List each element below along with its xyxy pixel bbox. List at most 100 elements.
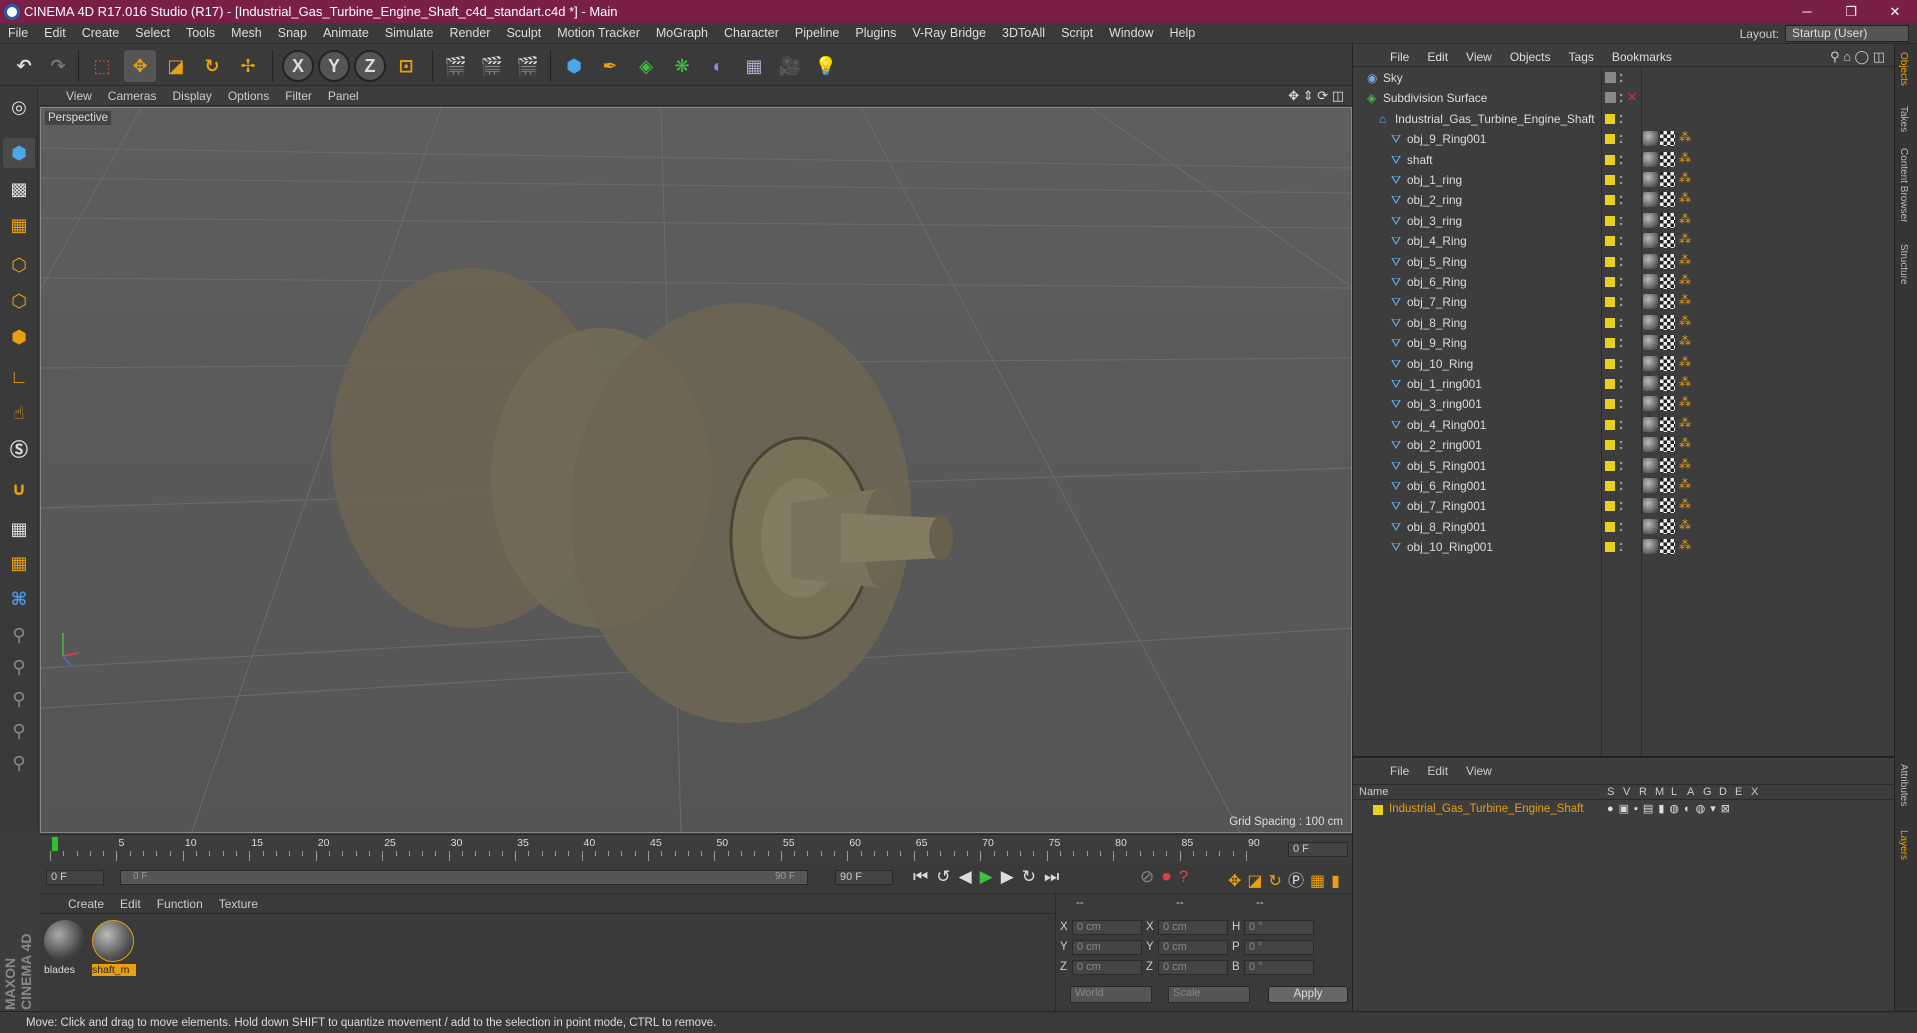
coord-mode-select[interactable]: Scale — [1168, 986, 1250, 1003]
rotate-tool-icon[interactable]: ↻ — [196, 50, 228, 82]
layer-color-tag[interactable] — [1605, 460, 1615, 471]
object-row[interactable]: ◉ Sky — [1353, 68, 1895, 88]
polygons-mode-icon[interactable]: ⬢ — [3, 322, 35, 352]
timeline-window-icon[interactable]: ▮ — [1331, 873, 1346, 890]
axis-mode-icon[interactable]: ∟ — [3, 362, 35, 392]
object-name[interactable]: obj_3_ring — [1407, 214, 1462, 228]
obj-menu-bookmarks[interactable]: Bookmarks — [1603, 50, 1681, 64]
coord-size-x-field[interactable]: 0 cm — [1158, 920, 1228, 935]
phong-tag-icon[interactable]: ⁂ — [1679, 212, 1691, 226]
goto-end-icon[interactable]: ⏭ — [1044, 867, 1067, 886]
phong-tag-icon[interactable]: ⁂ — [1679, 314, 1691, 328]
object-row[interactable]: ⛛ obj_2_ring001 ⁂ — [1353, 435, 1895, 455]
coord-rot-p-field[interactable]: 0 ° — [1244, 940, 1314, 955]
object-name[interactable]: obj_9_Ring001 — [1407, 132, 1486, 146]
disabled-icon[interactable]: ✕ — [1627, 90, 1637, 104]
layer-menu-edit[interactable]: Edit — [1418, 764, 1457, 778]
deformer-icon[interactable]: ◐ — [702, 50, 734, 82]
coord-rot-h-field[interactable]: 0 ° — [1244, 920, 1314, 935]
tweak-mode-icon[interactable]: ☝ — [3, 398, 35, 428]
layer-menu-view[interactable]: View — [1457, 764, 1501, 778]
visibility-dots[interactable] — [1619, 214, 1623, 227]
layer-color-tag[interactable] — [1605, 521, 1615, 532]
camera-icon[interactable]: 🎥 — [774, 50, 806, 82]
visibility-dots[interactable] — [1619, 418, 1623, 431]
3d-viewport[interactable]: Perspective Grid Spacing : 100 cm — [40, 107, 1352, 833]
transform-tool-icon[interactable]: ✢ — [232, 50, 264, 82]
object-row[interactable]: ⛛ obj_7_Ring ⁂ — [1353, 292, 1895, 312]
workplane-icon[interactable]: ▦ — [3, 210, 35, 240]
phong-tag-icon[interactable]: ⁂ — [1679, 355, 1691, 369]
layer-color-tag[interactable] — [1605, 236, 1615, 247]
menu-plugins[interactable]: Plugins — [847, 26, 904, 40]
key-param-icon[interactable]: Ⓟ — [1288, 873, 1310, 890]
record-icon[interactable]: ⏺ — [1162, 867, 1179, 886]
object-name[interactable]: shaft — [1407, 153, 1433, 167]
layer-color-tag[interactable] — [1605, 419, 1615, 430]
object-name[interactable]: obj_10_Ring001 — [1407, 540, 1493, 554]
knife-tool-icon[interactable]: ⚲ — [3, 748, 35, 778]
layer-color-tag[interactable] — [1605, 317, 1615, 328]
phong-tag-icon[interactable]: ⁂ — [1679, 273, 1691, 287]
key-mode-buttons[interactable]: ✥◪↻Ⓟ▦▮ — [1228, 867, 1346, 891]
menu-character[interactable]: Character — [716, 26, 787, 40]
layer-row[interactable]: Industrial_Gas_Turbine_Engine_Shaft ●▣▪▤… — [1353, 802, 1895, 818]
paint-tool-icon[interactable]: ⚲ — [3, 652, 35, 682]
material-tag-icon[interactable] — [1643, 172, 1658, 187]
live-selection-icon[interactable]: ⬚ — [86, 50, 118, 82]
coord-rot-b-field[interactable]: 0 ° — [1244, 960, 1314, 975]
visibility-dots[interactable] — [1619, 357, 1623, 370]
move-tool-icon[interactable]: ✥ — [124, 50, 156, 82]
visibility-dots[interactable] — [1619, 255, 1623, 268]
material-tag-icon[interactable] — [1643, 355, 1658, 371]
layer-color-tag[interactable] — [1605, 501, 1615, 512]
points-mode-icon[interactable]: ⬡ — [3, 250, 35, 280]
obj-menu-objects[interactable]: Objects — [1501, 50, 1560, 64]
edges-mode-icon[interactable]: ⬡ — [3, 286, 35, 316]
material-tag-icon[interactable] — [1643, 314, 1658, 330]
object-name[interactable]: obj_7_Ring — [1407, 295, 1467, 309]
layer-color-tag[interactable] — [1605, 481, 1615, 491]
material-tag-icon[interactable] — [1643, 416, 1658, 432]
coord-pos-z-field[interactable]: 0 cm — [1072, 960, 1142, 975]
object-name[interactable]: obj_3_ring001 — [1407, 397, 1482, 411]
material-tag-icon[interactable] — [1643, 151, 1658, 167]
texture-tag-icon[interactable] — [1660, 518, 1675, 534]
object-row[interactable]: ⛛ obj_8_Ring ⁂ — [1353, 313, 1895, 333]
object-row[interactable]: ⛛ obj_5_Ring001 ⁂ — [1353, 456, 1895, 476]
brush-tool-icon[interactable]: ⚲ — [3, 620, 35, 650]
material-tag-icon[interactable] — [1643, 192, 1658, 208]
play-icon[interactable]: ▶ — [980, 867, 1001, 886]
texture-tag-icon[interactable] — [1660, 294, 1675, 310]
material-tag-icon[interactable] — [1643, 233, 1658, 249]
light-icon[interactable]: 💡 — [810, 50, 842, 82]
object-name[interactable]: obj_2_ring — [1407, 193, 1462, 207]
obj-menu-tags[interactable]: Tags — [1560, 50, 1603, 64]
visibility-dots[interactable] — [1619, 439, 1623, 452]
end-frame-field[interactable]: 90 F — [835, 870, 893, 885]
visibility-dots[interactable] — [1619, 398, 1623, 411]
menu-help[interactable]: Help — [1162, 26, 1204, 40]
layer-color-tag[interactable] — [1605, 195, 1615, 206]
layer-toggle-icons[interactable]: ●▣▪▤▮◍◐◍▾⊠ — [1607, 802, 1735, 815]
object-name[interactable]: obj_6_Ring001 — [1407, 479, 1486, 493]
layer-color-tag[interactable] — [1605, 113, 1615, 124]
layer-color-tag[interactable] — [1605, 379, 1615, 389]
phong-tag-icon[interactable]: ⁂ — [1679, 253, 1691, 267]
undo-icon[interactable]: ↶ — [8, 50, 40, 82]
menu-mesh[interactable]: Mesh — [223, 26, 270, 40]
visibility-dots[interactable] — [1619, 337, 1623, 350]
texture-tag-icon[interactable] — [1660, 233, 1675, 249]
coord-size-z-field[interactable]: 0 cm — [1158, 960, 1228, 975]
object-name[interactable]: obj_5_Ring001 — [1407, 459, 1486, 473]
goto-start-icon[interactable]: ⏮ — [913, 867, 936, 886]
autokey-icon[interactable]: ? — [1179, 867, 1196, 886]
coord-system-select[interactable]: World — [1070, 986, 1152, 1003]
close-button[interactable]: ✕ — [1873, 0, 1917, 23]
object-name[interactable]: obj_1_ring — [1407, 173, 1462, 187]
viewport-navigation-icons[interactable]: ✥ ⇕ ⟳ ◫ — [1288, 88, 1344, 104]
texture-tag-icon[interactable] — [1660, 355, 1675, 371]
object-row[interactable]: ⌂ Industrial_Gas_Turbine_Engine_Shaft — [1353, 109, 1895, 129]
cube-primitive-icon[interactable]: ⬢ — [558, 50, 590, 82]
layer-color-tag[interactable] — [1605, 399, 1615, 410]
